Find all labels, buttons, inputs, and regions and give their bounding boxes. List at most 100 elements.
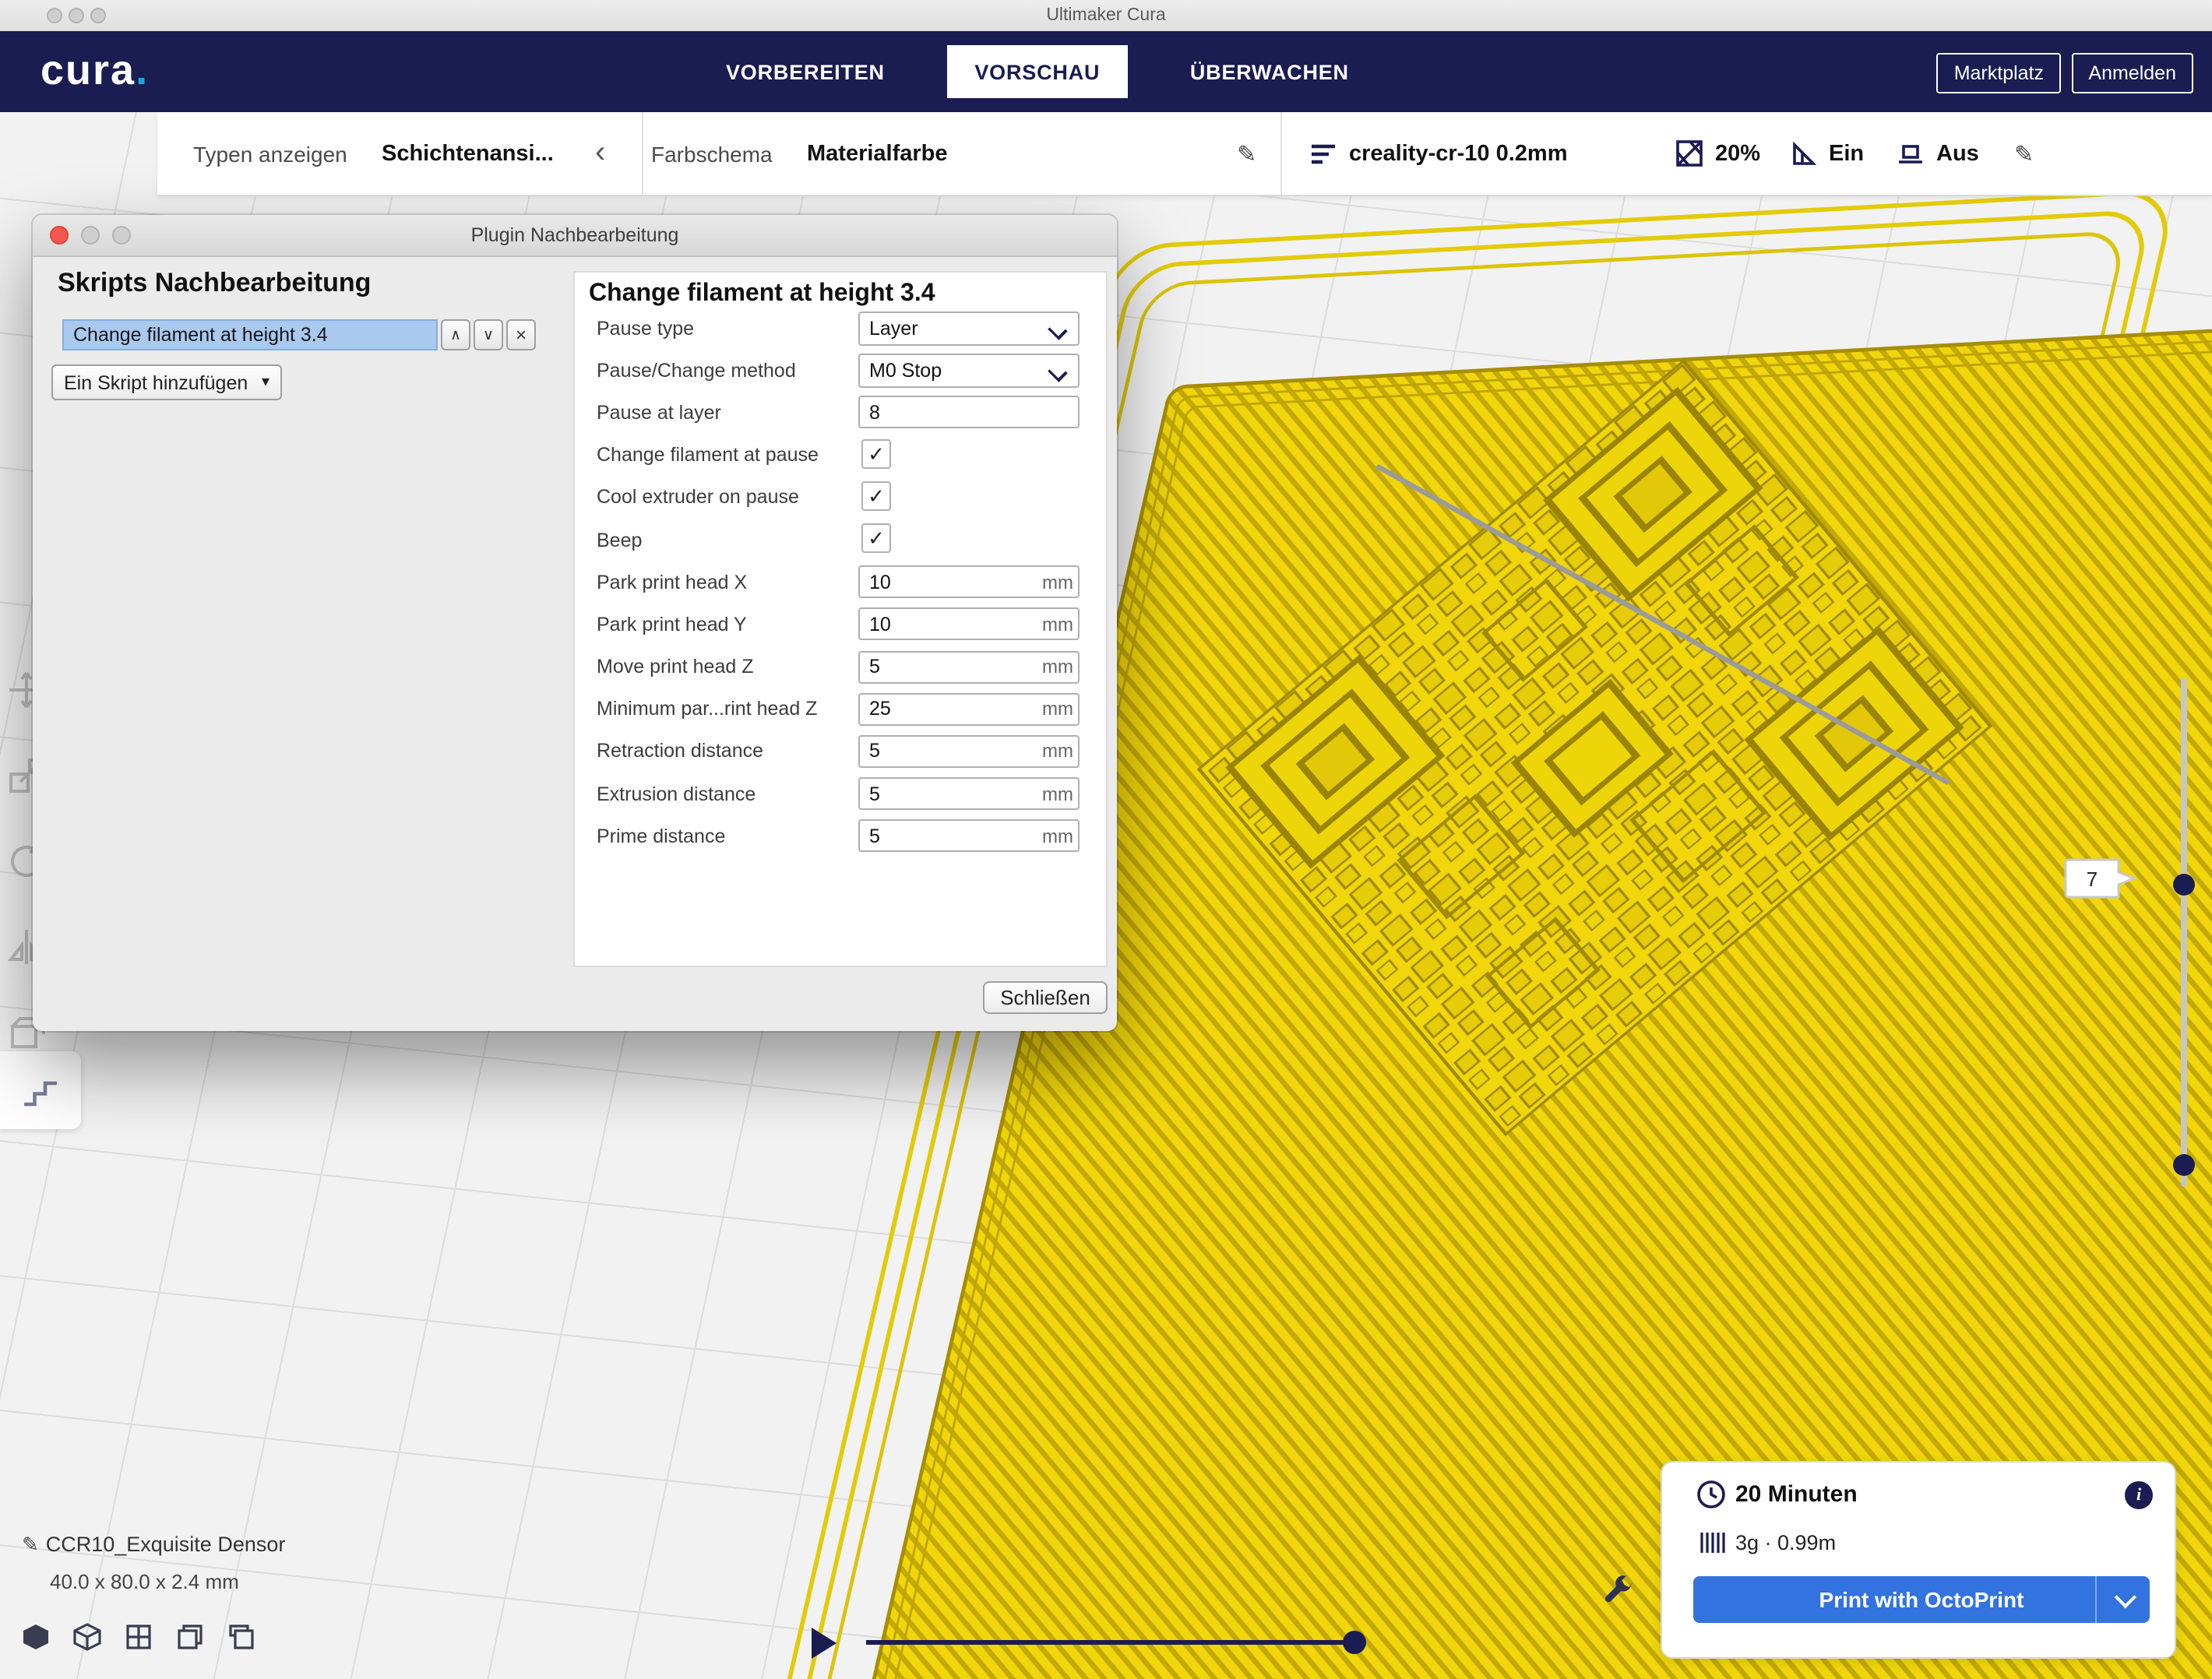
- tab-prepare[interactable]: VORBEREITEN: [720, 60, 891, 83]
- clock-icon: [1696, 1480, 1726, 1509]
- view-top-icon[interactable]: [125, 1623, 153, 1659]
- infill-value: 20%: [1715, 141, 1760, 166]
- view-left-icon[interactable]: [176, 1623, 204, 1659]
- field-beep: Beep ✓: [575, 519, 1106, 561]
- script-list-row: Change filament at height 3.4 ∧ ∨ ×: [62, 319, 536, 350]
- infill-icon: [1676, 140, 1703, 167]
- field-pause-at-layer: Pause at layer: [575, 392, 1106, 434]
- layer-slider-lower-handle[interactable]: [2173, 1154, 2195, 1176]
- toolbar-divider: [642, 112, 643, 195]
- infill-setting[interactable]: 20%: [1676, 112, 1760, 195]
- macos-titlebar: Ultimaker Cura: [0, 0, 2212, 33]
- app-header: cura. VORBEREITEN VORSCHAU ÜBERWACHEN Ma…: [0, 31, 2212, 112]
- view-front-icon[interactable]: [73, 1623, 101, 1659]
- pause-method-select[interactable]: M0 Stop: [858, 353, 1080, 387]
- field-park-x: Park print head X mm: [575, 561, 1106, 603]
- model-info: ✎ CCR10_Exquisite Densor 40.0 x 80.0 x 2…: [22, 1531, 285, 1593]
- tab-monitor[interactable]: ÜBERWACHEN: [1184, 60, 1355, 83]
- postprocessing-dialog: Plugin Nachbearbeitung Skripts Nachbearb…: [33, 215, 1117, 1031]
- add-script-button[interactable]: Ein Skript hinzufügen ▾: [51, 364, 282, 400]
- field-min-park-z: Minimum par...rint head Z mm: [575, 688, 1106, 730]
- print-options-dropdown[interactable]: [2095, 1576, 2150, 1623]
- layer-slider-upper-handle[interactable]: [2173, 874, 2195, 896]
- move-script-up-button[interactable]: ∧: [441, 319, 470, 350]
- simulation-progress-track[interactable]: [866, 1640, 1361, 1645]
- field-prime-distance: Prime distance mm: [575, 815, 1106, 857]
- print-summary-panel: 20 Minuten i 3g · 0.99m Print with OctoP…: [1661, 1461, 2176, 1659]
- window-close-button[interactable]: [47, 8, 62, 23]
- toolbar-divider: [1280, 112, 1282, 195]
- tab-preview[interactable]: VORSCHAU: [947, 45, 1128, 98]
- view-type-value[interactable]: Schichtenansi...: [382, 112, 554, 195]
- edit-print-settings-icon[interactable]: ✎: [2014, 112, 2034, 195]
- chevron-down-icon: [2115, 1586, 2136, 1608]
- material-estimate: 3g · 0.99m: [1735, 1531, 1836, 1554]
- scripts-heading: Skripts Nachbearbeitung: [58, 268, 371, 299]
- chevron-left-icon[interactable]: ‹: [595, 112, 605, 195]
- dialog-minimize-button[interactable]: [81, 226, 100, 245]
- tools-icon[interactable]: [1598, 1573, 1636, 1610]
- print-with-octoprint-button[interactable]: Print with OctoPrint: [1693, 1576, 2150, 1623]
- dialog-title: Plugin Nachbearbeitung: [471, 224, 679, 246]
- checkmark-icon: ✓: [868, 526, 885, 551]
- chevron-down-icon: [1048, 319, 1067, 339]
- color-scheme-label: Farbschema: [651, 112, 773, 195]
- cura-logo: cura.: [41, 47, 149, 95]
- view-3d-icon[interactable]: [22, 1623, 50, 1659]
- script-settings-heading: Change filament at height 3.4: [589, 280, 935, 308]
- change-filament-checkbox[interactable]: ✓: [861, 439, 891, 469]
- dialog-zoom-button[interactable]: [112, 226, 131, 245]
- support-setting[interactable]: Ein: [1791, 112, 1864, 195]
- field-cool-extruder: Cool extruder on pause ✓: [575, 477, 1106, 519]
- layers-icon: [1310, 141, 1337, 166]
- remove-script-button[interactable]: ×: [506, 319, 536, 350]
- material-usage-icon: [1700, 1531, 1728, 1554]
- marketplace-button[interactable]: Marktplatz: [1937, 53, 2061, 93]
- layer-slider-track[interactable]: [2181, 678, 2187, 1187]
- view-settings-toolbar: Typen anzeigen Schichtenansi... ‹ Farbsc…: [157, 112, 2212, 196]
- view-right-icon[interactable]: [227, 1623, 255, 1659]
- dialog-close-button[interactable]: [50, 226, 69, 245]
- info-icon[interactable]: i: [2125, 1481, 2153, 1509]
- window-title: Ultimaker Cura: [1046, 6, 1165, 25]
- support-value: Ein: [1829, 141, 1864, 166]
- window-zoom-button[interactable]: [90, 8, 106, 23]
- view-type-label: Typen anzeigen: [193, 112, 347, 195]
- dialog-close-action-button[interactable]: Schließen: [983, 981, 1108, 1014]
- adhesion-icon: [1897, 140, 1924, 167]
- adhesion-value: Aus: [1936, 141, 1979, 166]
- pause-at-layer-input[interactable]: [858, 396, 1080, 429]
- steps-icon: [17, 1067, 64, 1114]
- script-settings-panel: Change filament at height 3.4 Pause type…: [573, 271, 1108, 967]
- edit-color-scheme-icon[interactable]: ✎: [1237, 112, 1256, 195]
- cura-app-window: Ultimaker Cura cura. VORBEREITEN VORSCHA…: [0, 0, 2212, 1679]
- cool-extruder-checkbox[interactable]: ✓: [861, 482, 891, 512]
- window-minimize-button[interactable]: [69, 8, 84, 23]
- selected-script-item[interactable]: Change filament at height 3.4: [62, 319, 438, 350]
- checkmark-icon: ✓: [868, 484, 885, 509]
- field-pause-method: Pause/Change method M0 Stop: [575, 349, 1106, 391]
- printer-profile-item[interactable]: creality-cr-10 0.2mm: [1310, 112, 1568, 195]
- move-script-down-button[interactable]: ∨: [474, 319, 503, 350]
- collapsed-panel[interactable]: [0, 1051, 81, 1129]
- play-button[interactable]: [812, 1628, 837, 1659]
- pause-type-select[interactable]: Layer: [858, 311, 1080, 345]
- model-name: CCR10_Exquisite Densor: [46, 1533, 286, 1556]
- rename-model-icon[interactable]: ✎: [22, 1533, 39, 1556]
- field-change-filament: Change filament at pause ✓: [575, 434, 1106, 476]
- print-time-estimate: 20 Minuten: [1735, 1481, 1858, 1508]
- simulation-progress-handle[interactable]: [1343, 1631, 1366, 1654]
- sign-in-button[interactable]: Anmelden: [2071, 53, 2193, 93]
- field-move-z: Move print head Z mm: [575, 646, 1106, 688]
- adhesion-setting[interactable]: Aus: [1897, 112, 1979, 195]
- color-scheme-value[interactable]: Materialfarbe: [807, 112, 948, 195]
- field-retraction-distance: Retraction distance mm: [575, 730, 1106, 773]
- field-pause-type: Pause type Layer: [575, 307, 1106, 349]
- add-script-label: Ein Skript hinzufügen: [64, 371, 248, 393]
- printer-profile-name: creality-cr-10 0.2mm: [1349, 141, 1568, 166]
- dropdown-arrow-icon: ▾: [262, 374, 269, 391]
- dialog-titlebar[interactable]: Plugin Nachbearbeitung: [33, 215, 1117, 257]
- beep-checkbox[interactable]: ✓: [861, 524, 891, 554]
- support-icon: [1791, 140, 1816, 167]
- camera-view-buttons: [22, 1623, 255, 1659]
